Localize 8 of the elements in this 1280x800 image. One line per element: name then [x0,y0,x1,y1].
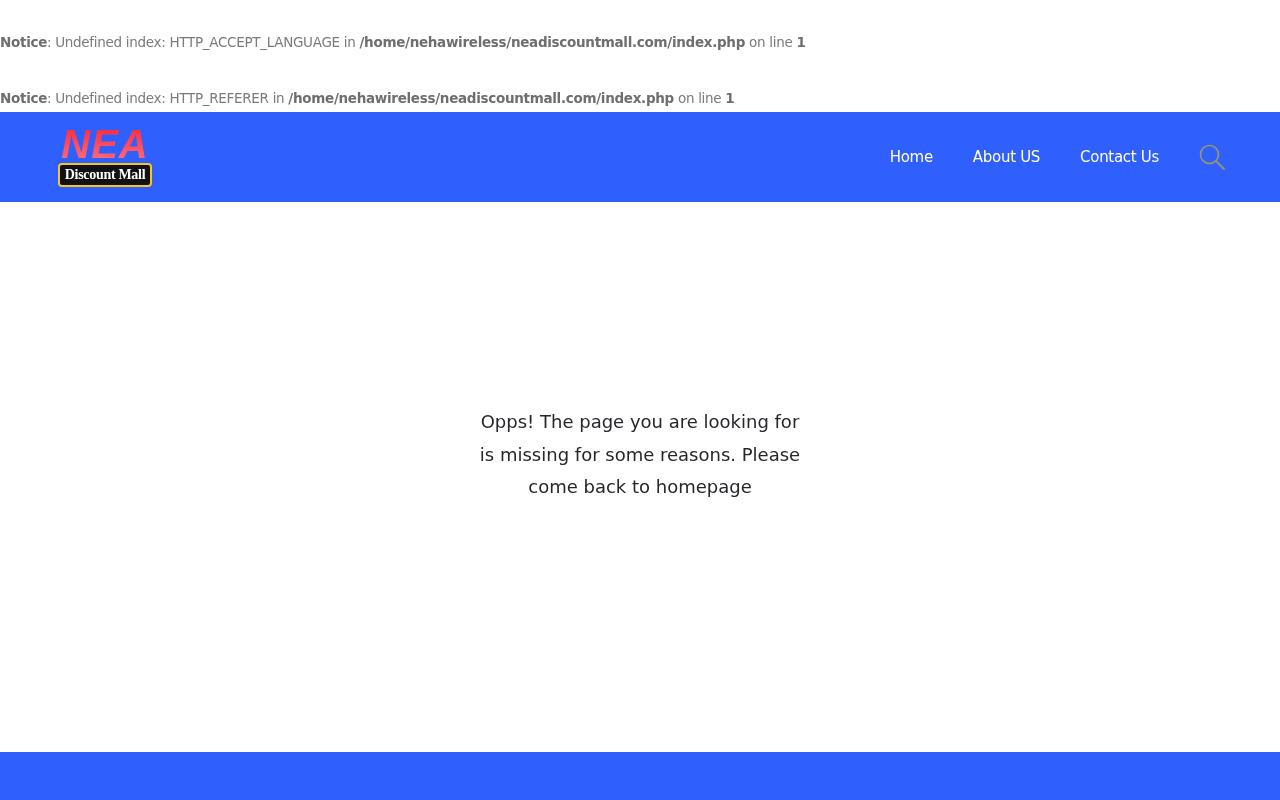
notice-message: Notice: Undefined index: HTTP_ACCEPT_LANGUAGE in /home/nehawireless/neadiscountmall.com/index.php on line 1 [0,33,807,52]
error-message: Opps! The page you are looking for is missing for some reasons. Please come back to homepage [478,410,802,499]
nav-link[interactable]: Contact Us [1080,148,1159,166]
logo-tagline[interactable]: Discount Mall [57,163,153,187]
nav-link[interactable]: Home [889,148,933,166]
notice-message: Notice: Undefined index: HTTP_REFERER in /home/nehawireless/neadiscountmall.com/index.php on line 1 [0,89,736,108]
search-icon[interactable] [1199,144,1225,170]
nav-link[interactable]: About US [972,148,1041,166]
